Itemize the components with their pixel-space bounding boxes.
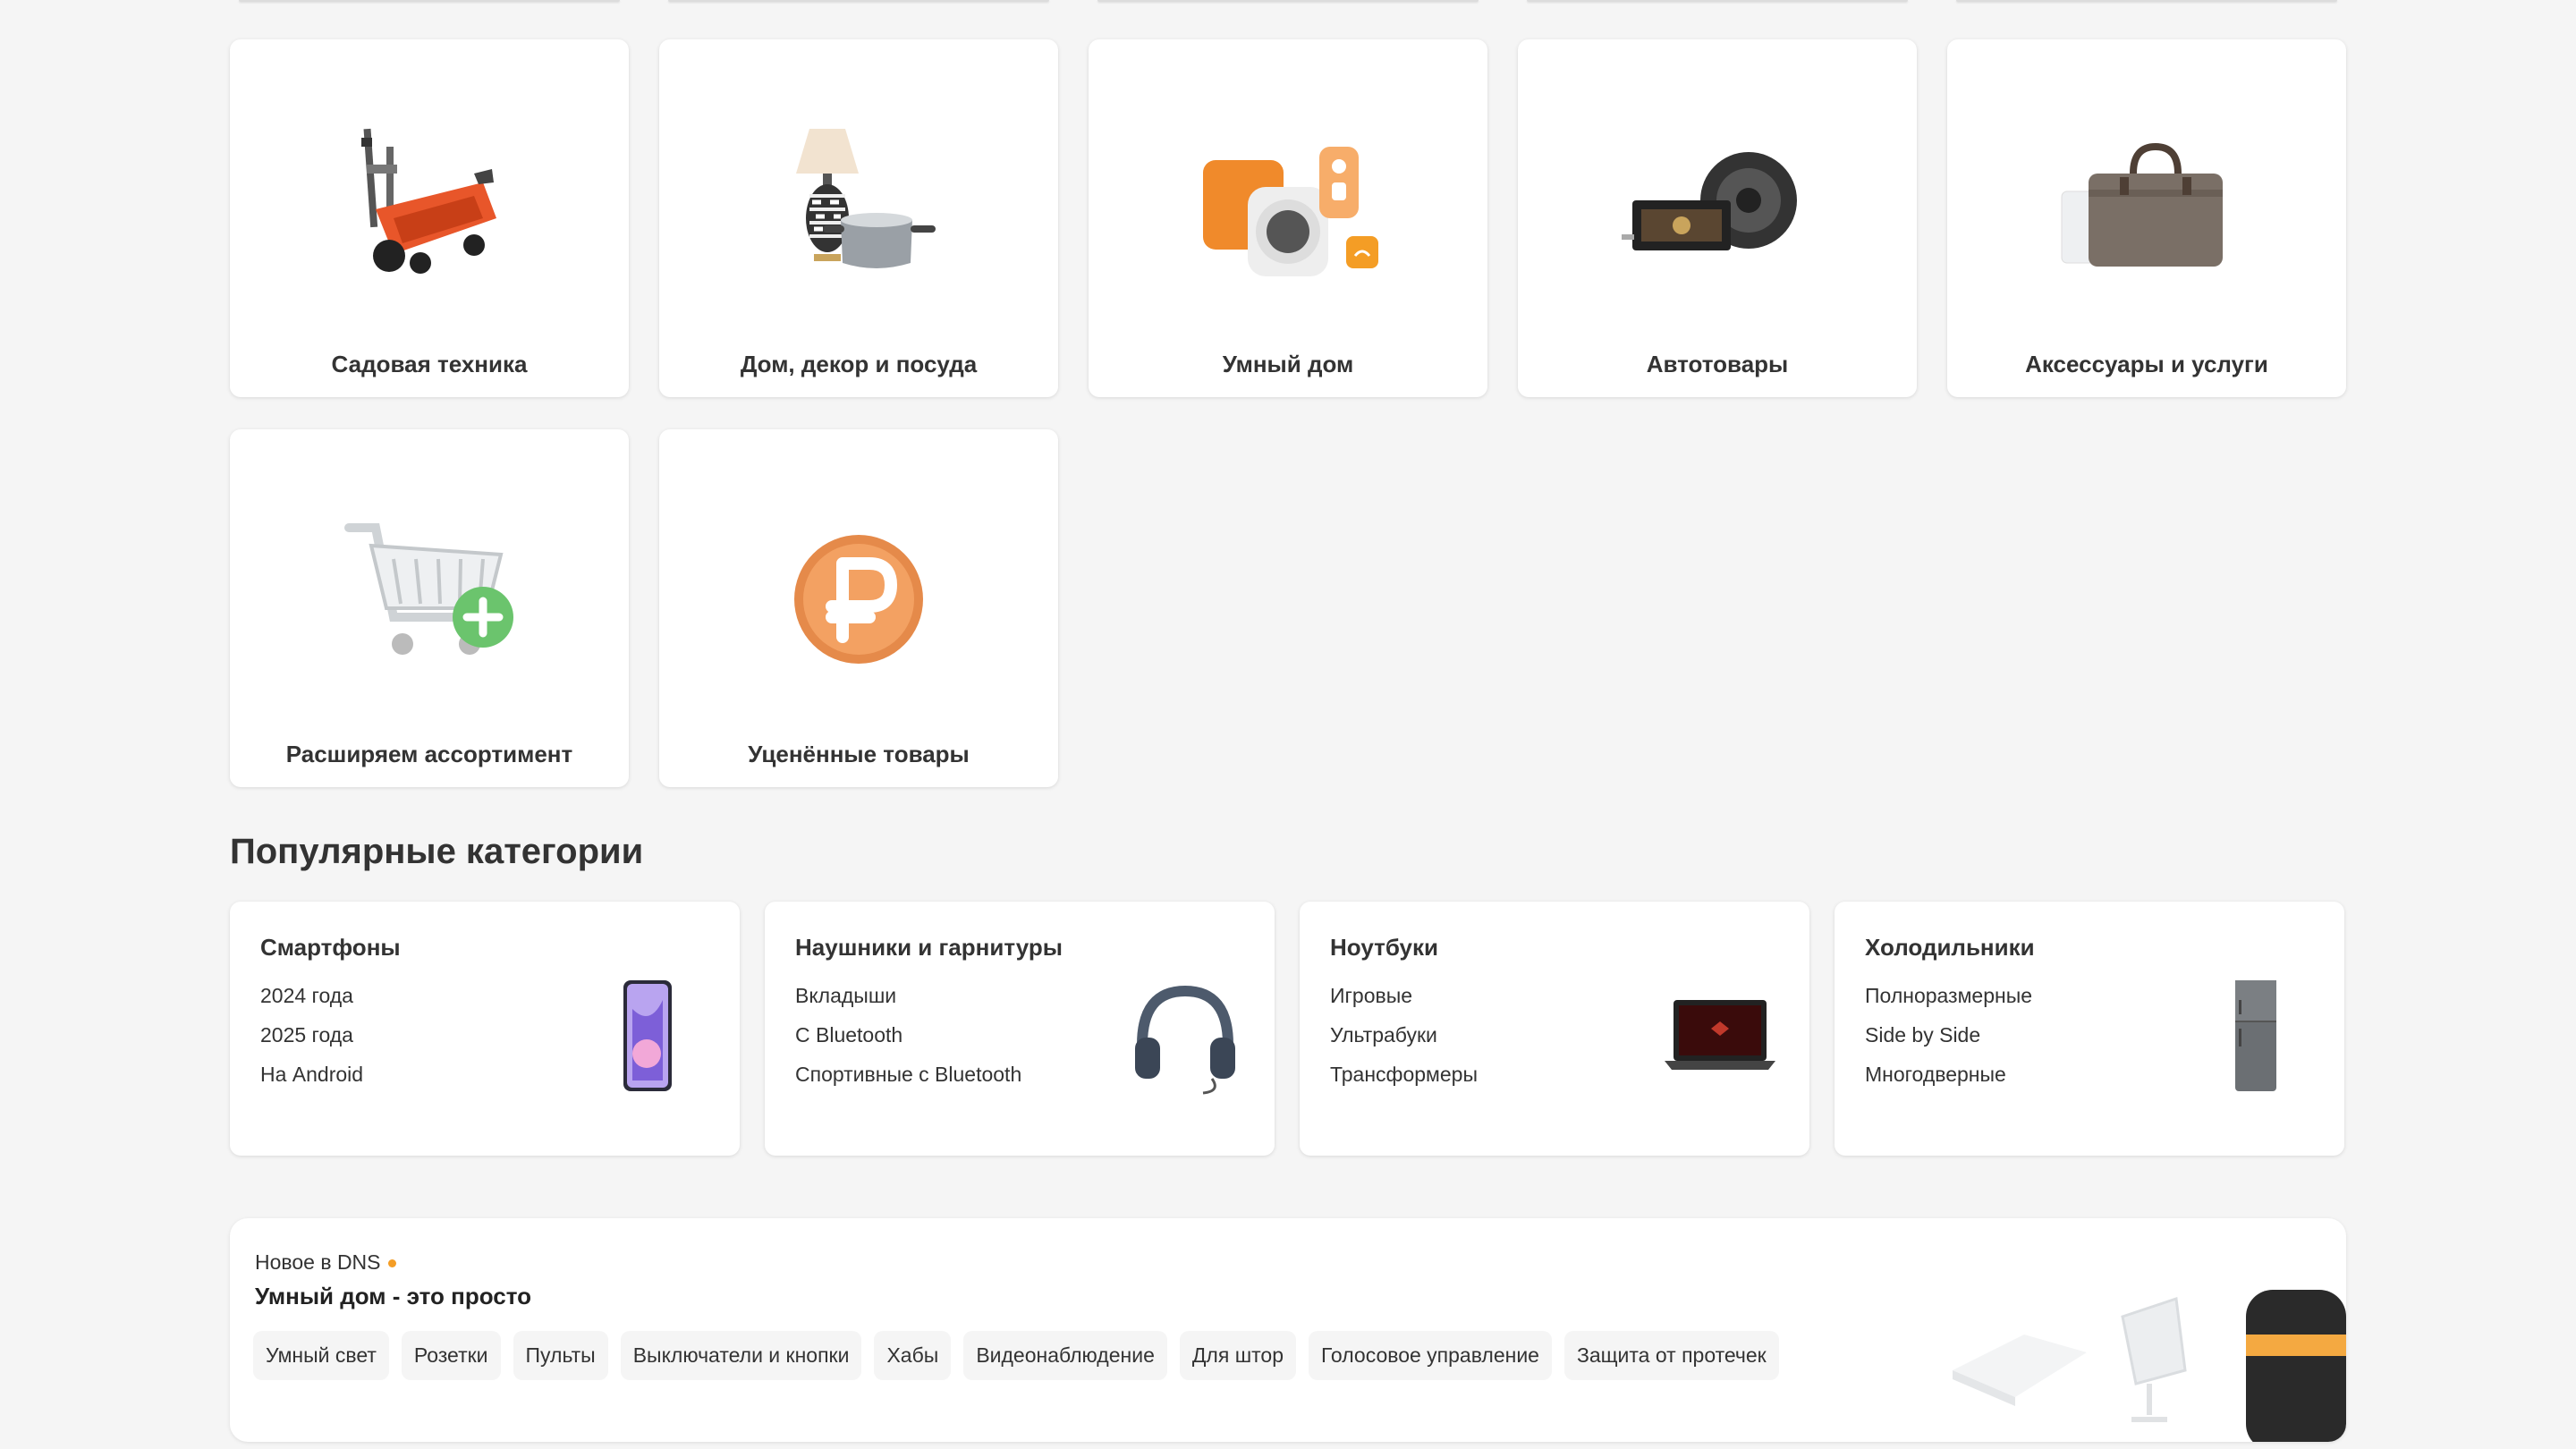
popular-link[interactable]: Трансформеры — [1330, 1063, 1478, 1087]
news-chips: Умный свет Розетки Пульты Выключатели и … — [253, 1331, 1779, 1380]
previous-row-card-edge — [239, 0, 620, 2]
category-card-smart-home[interactable]: Умный дом — [1089, 39, 1487, 397]
chip-smart-light[interactable]: Умный свет — [253, 1331, 389, 1380]
catalog-page: Садовая техника Дом, декор и посуда Умны… — [230, 0, 2346, 1449]
chip-remotes[interactable]: Пульты — [513, 1331, 608, 1380]
ruble-coin-icon — [659, 483, 1058, 716]
category-title: Автотовары — [1646, 351, 1789, 377]
car-audio-icon — [1518, 93, 1917, 326]
category-card-auto[interactable]: Автотовары — [1518, 39, 1917, 397]
popular-link[interactable]: Игровые — [1330, 984, 1412, 1008]
chip-hubs[interactable]: Хабы — [874, 1331, 952, 1380]
laptop-icon — [1657, 973, 1783, 1098]
popular-card-laptops[interactable]: Ноутбуки Игровые Ультрабуки Трансформеры — [1300, 902, 1809, 1156]
previous-row-card-edge — [668, 0, 1049, 2]
category-card-extend-range[interactable]: Расширяем ассортимент — [230, 429, 629, 787]
section-title-popular: Популярные категории — [230, 832, 644, 871]
popular-card-headphones[interactable]: Наушники и гарнитуры Вкладыши С Bluetoot… — [765, 902, 1275, 1156]
news-headline[interactable]: Умный дом - это просто — [255, 1283, 531, 1310]
chip-video-surveillance[interactable]: Видеонаблюдение — [963, 1331, 1167, 1380]
popular-link[interactable]: 2024 года — [260, 984, 353, 1008]
smartphone-icon — [588, 973, 713, 1098]
previous-row-card-edge — [1956, 0, 2337, 2]
accent-dot — [387, 1259, 396, 1268]
popular-card-title[interactable]: Наушники и гарнитуры — [795, 934, 1063, 962]
category-card-discounted[interactable]: Уценённые товары — [659, 429, 1058, 787]
smart-home-devices-icon — [1089, 93, 1487, 326]
lawn-mower-icon — [230, 93, 629, 326]
headphones-icon — [1123, 973, 1248, 1098]
popular-link[interactable]: На Android — [260, 1063, 363, 1087]
previous-row-card-edge — [1527, 0, 1908, 2]
category-title: Умный дом — [1222, 351, 1354, 377]
popular-card-smartphones[interactable]: Смартфоны 2024 года 2025 года На Android — [230, 902, 740, 1156]
category-title: Дом, декор и посуда — [740, 351, 978, 377]
category-card-accessories[interactable]: Аксессуары и услуги — [1947, 39, 2346, 397]
lamp-and-pot-icon — [659, 93, 1058, 326]
popular-link[interactable]: 2025 года — [260, 1023, 353, 1047]
popular-link[interactable]: Side by Side — [1865, 1023, 1980, 1047]
popular-card-title[interactable]: Холодильники — [1865, 934, 2035, 962]
chip-switches[interactable]: Выключатели и кнопки — [620, 1331, 862, 1380]
popular-card-fridges[interactable]: Холодильники Полноразмерные Side by Side… — [1835, 902, 2344, 1156]
shopping-cart-plus-icon — [230, 483, 629, 716]
popular-link[interactable]: Вкладыши — [795, 984, 896, 1008]
bag-icon — [1947, 93, 2346, 326]
popular-card-title[interactable]: Ноутбуки — [1330, 934, 1438, 962]
popular-link[interactable]: Полноразмерные — [1865, 984, 2032, 1008]
chip-curtains[interactable]: Для штор — [1179, 1331, 1297, 1380]
category-title: Садовая техника — [331, 351, 528, 377]
popular-link[interactable]: Многодверные — [1865, 1063, 2006, 1087]
fridge-icon — [2192, 973, 2318, 1098]
smart-devices-illustration — [1881, 1218, 2346, 1442]
category-card-garden[interactable]: Садовая техника — [230, 39, 629, 397]
popular-link[interactable]: Спортивные с Bluetooth — [795, 1063, 1021, 1087]
popular-card-title[interactable]: Смартфоны — [260, 934, 401, 962]
previous-row-card-edge — [1097, 0, 1479, 2]
category-title: Аксессуары и услуги — [2025, 351, 2268, 377]
chip-voice-control[interactable]: Голосовое управление — [1309, 1331, 1552, 1380]
popular-link[interactable]: Ультрабуки — [1330, 1023, 1437, 1047]
category-title: Расширяем ассортимент — [285, 741, 573, 767]
popular-link[interactable]: С Bluetooth — [795, 1023, 902, 1047]
news-label: Новое в DNS — [255, 1250, 396, 1275]
chip-leak-protection[interactable]: Защита от протечек — [1563, 1331, 1779, 1380]
news-banner[interactable]: Новое в DNS Умный дом - это просто Умный… — [230, 1218, 2346, 1442]
category-card-home-decor[interactable]: Дом, декор и посуда — [659, 39, 1058, 397]
category-title: Уценённые товары — [748, 741, 970, 767]
chip-sockets[interactable]: Розетки — [401, 1331, 501, 1380]
